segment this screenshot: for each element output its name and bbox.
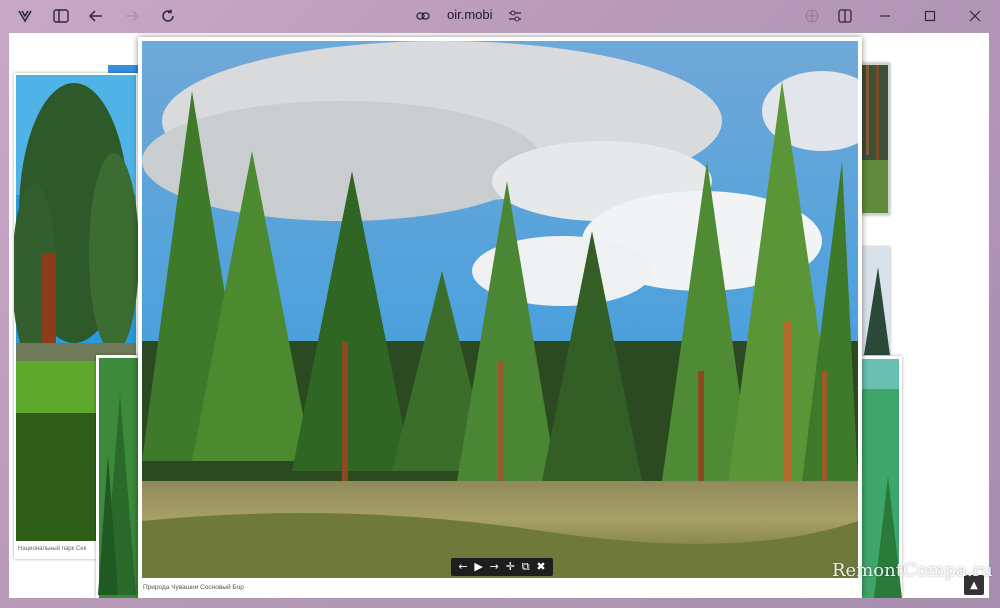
gallery-thumbnail-pines-right[interactable] [860, 63, 890, 215]
popout-icon[interactable]: ⧉ [522, 558, 530, 576]
split-view-icon[interactable] [835, 6, 855, 26]
page-viewport: Национальный парк Сек ← ▶ → ✛ ⧉ ✖ Природ… [9, 33, 989, 598]
reload-icon[interactable] [158, 6, 178, 26]
thumbnail-caption: Национальный парк Сек [18, 546, 87, 552]
tune-icon[interactable] [505, 6, 525, 26]
lightbox-caption: Природа Чувашии Сосновый Бор [143, 584, 244, 591]
arrow-up-icon: ▲ [970, 579, 978, 591]
browser-logo-icon[interactable] [15, 6, 35, 26]
close-icon[interactable] [965, 6, 985, 26]
back-arrow-icon[interactable] [86, 6, 106, 26]
minimize-icon[interactable] [875, 6, 895, 26]
move-icon[interactable]: ✛ [506, 558, 515, 576]
lightbox-image[interactable]: ← ▶ → ✛ ⧉ ✖ [142, 41, 858, 578]
gallery-thumbnail-forest-left[interactable] [96, 355, 144, 598]
lightbox-close-icon[interactable]: ✖ [536, 558, 545, 576]
forward-arrow-icon[interactable] [122, 6, 142, 26]
gallery-thumbnail-tree-right[interactable] [860, 247, 890, 355]
browser-titlebar: oir.mobi [0, 0, 1000, 32]
play-icon[interactable]: ▶ [474, 558, 482, 576]
maximize-icon[interactable] [920, 6, 940, 26]
link-icon [413, 6, 433, 26]
watermark: RemontCompa.ru [832, 560, 993, 581]
sidebar-toggle-icon[interactable] [51, 6, 71, 26]
next-arrow-icon[interactable]: → [490, 558, 499, 576]
prev-arrow-icon[interactable]: ← [458, 558, 467, 576]
page-accent-bar [108, 65, 138, 73]
lightbox-controls: ← ▶ → ✛ ⧉ ✖ [451, 558, 553, 576]
address-bar-url[interactable]: oir.mobi [447, 7, 493, 22]
globe-icon[interactable] [802, 6, 822, 26]
lightbox: ← ▶ → ✛ ⧉ ✖ Природа Чувашии Сосновый Бор [138, 37, 862, 598]
